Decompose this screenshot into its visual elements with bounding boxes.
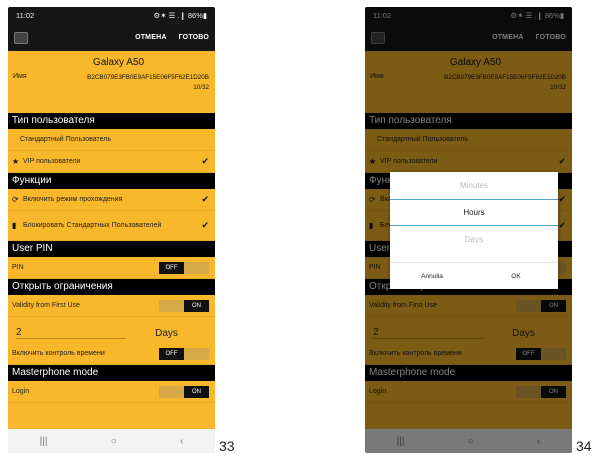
name-box[interactable]: Имя Galaxy A50 B2CB079E3FB0E9AF15E06F5F6… — [8, 51, 215, 113]
home-icon[interactable]: ○ — [111, 436, 117, 447]
validity-row: Validity from First Use ON — [8, 295, 215, 317]
cancel-button[interactable]: ОТМЕНА — [135, 34, 167, 41]
section-functions: Функции — [8, 173, 215, 189]
phone-screenshot-1: 11:02 ⚙✶ ☰ .❙ 86%▮ ОТМЕНА ГОТОВО Имя Gal… — [8, 7, 215, 453]
vip-user-option[interactable]: ★ VIP пользователи ✔ — [8, 151, 215, 173]
pass-mode-option[interactable]: ⟳ Включить режим прохождения ✔ — [8, 189, 215, 211]
app-logo-icon — [14, 31, 28, 44]
app-bar: ОТМЕНА ГОТОВО — [8, 24, 215, 51]
name-label: Имя — [13, 73, 27, 80]
time-control-toggle[interactable]: OFF — [159, 347, 209, 360]
page-number-right: 34 — [576, 438, 592, 454]
days-row: 2 Days — [8, 317, 215, 343]
block-standard-option[interactable]: ▮ Блокировать Стандартных Пользователей … — [8, 211, 215, 241]
validity-label: Validity from First Use — [12, 302, 80, 309]
time-unit-dialog: Minutes Hours Days Annulla OK — [390, 172, 558, 289]
check-icon: ✔ — [201, 220, 209, 230]
section-open-limits: Открыть ограничения — [8, 279, 215, 295]
done-button[interactable]: ГОТОВО — [179, 34, 209, 41]
pass-mode-icon: ⟳ — [12, 195, 19, 204]
dialog-ok-button[interactable]: OK — [474, 263, 558, 289]
door-icon: ▮ — [12, 221, 17, 230]
option-days[interactable]: Days — [390, 226, 558, 253]
time-control-label: Включить контроль времени — [12, 350, 105, 357]
standard-user-option[interactable]: Стандартный Пользователь — [8, 129, 215, 151]
char-count: 10/32 — [193, 84, 209, 91]
status-bar: 11:02 ⚙✶ ☰ .❙ 86%▮ — [8, 7, 215, 24]
nav-bar: ||| ○ ‹ — [8, 429, 215, 453]
days-value-input[interactable]: 2 — [16, 327, 126, 339]
dialog-cancel-button[interactable]: Annulla — [390, 263, 474, 289]
status-time: 11:02 — [16, 11, 35, 20]
standard-user-label: Стандартный Пользователь — [20, 136, 112, 143]
pin-toggle[interactable]: OFF — [159, 261, 209, 274]
pass-mode-label: Включить режим прохождения — [23, 196, 123, 203]
block-standard-label: Блокировать Стандартных Пользователей — [23, 222, 162, 229]
section-user-type: Тип пользователя — [8, 113, 215, 129]
section-user-pin: User PIN — [8, 241, 215, 257]
option-hours[interactable]: Hours — [390, 199, 558, 226]
pin-row: PIN OFF — [8, 257, 215, 279]
recent-apps-icon[interactable]: ||| — [40, 436, 48, 447]
time-control-row: Включить контроль времени OFF — [8, 343, 215, 365]
phone-screenshot-2: 11:02 ⚙✶ ☰ .❙ 86%▮ ОТМЕНА ГОТОВО Имя Gal… — [365, 7, 572, 453]
pin-label: PIN — [12, 264, 24, 271]
name-value: Galaxy A50 — [92, 57, 145, 68]
page-number-left: 33 — [219, 438, 235, 454]
vip-user-label: VIP пользователи — [23, 158, 81, 165]
dialog-buttons: Annulla OK — [390, 262, 558, 289]
star-icon: ★ — [12, 157, 20, 166]
login-toggle[interactable]: ON — [159, 385, 209, 398]
option-minutes[interactable]: Minutes — [390, 172, 558, 199]
login-label: Login — [12, 388, 30, 395]
days-unit-select[interactable]: Days — [126, 328, 207, 339]
check-icon: ✔ — [201, 156, 209, 166]
login-row: Login ON — [8, 381, 215, 403]
status-icons: ⚙✶ ☰ .❙ 86%▮ — [153, 11, 208, 20]
section-masterphone: Masterphone mode — [8, 365, 215, 381]
device-id: B2CB079E3FB0E9AF15E06F5F62E1D20B — [87, 74, 209, 81]
back-icon[interactable]: ‹ — [180, 436, 183, 447]
validity-toggle[interactable]: ON — [159, 299, 209, 312]
check-icon: ✔ — [201, 194, 209, 204]
